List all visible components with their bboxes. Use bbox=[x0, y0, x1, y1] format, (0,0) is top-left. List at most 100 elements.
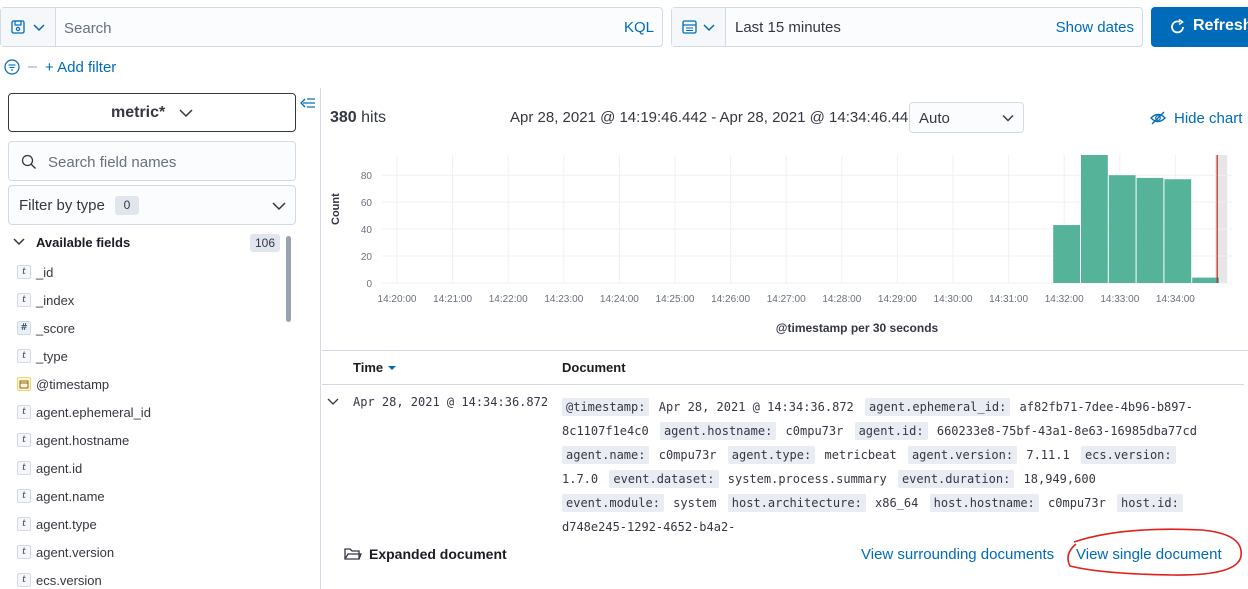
string-field-icon: t bbox=[17, 573, 31, 587]
field-list-item[interactable]: t _index bbox=[17, 290, 74, 310]
field-list-item[interactable]: t agent.id bbox=[17, 458, 82, 478]
document-field-key: agent.type: bbox=[727, 446, 816, 464]
column-header-time[interactable]: Time bbox=[353, 360, 397, 375]
string-field-icon: t bbox=[17, 489, 31, 503]
collapse-sidebar-icon[interactable] bbox=[299, 96, 317, 112]
time-range[interactable]: Last 15 minutes bbox=[735, 19, 841, 36]
folder-open-icon bbox=[344, 548, 362, 560]
document-field-value: d748e245-1292-4652-b4a2- bbox=[562, 520, 736, 534]
filter-by-type-label: Filter by type bbox=[19, 197, 105, 214]
field-name: ecs.version bbox=[36, 572, 102, 588]
chart-y-label: Count bbox=[330, 193, 342, 225]
document-field-value: 7.11.1 bbox=[1026, 448, 1070, 462]
chevron-down-icon bbox=[33, 24, 45, 32]
hits-label: hits bbox=[361, 109, 387, 126]
histogram-bar[interactable] bbox=[1108, 175, 1136, 283]
chart-y-ticks: 0 20 40 60 80 bbox=[361, 171, 373, 290]
field-name: agent.ephemeral_id bbox=[36, 404, 151, 420]
field-list-item[interactable]: @timestamp bbox=[17, 374, 109, 394]
string-field-icon: t bbox=[17, 433, 31, 447]
chart-date-range: Apr 28, 2021 @ 14:19:46.442 - Apr 28, 20… bbox=[510, 109, 917, 126]
chart-bars bbox=[1053, 155, 1219, 283]
kql-toggle[interactable]: KQL bbox=[624, 19, 654, 36]
red-annotation-circle bbox=[1067, 528, 1242, 576]
field-name: agent.version bbox=[36, 544, 115, 560]
string-field-icon: t bbox=[17, 545, 31, 559]
document-field-value: c0mpu73r bbox=[785, 424, 844, 438]
chevron-down-icon bbox=[1002, 115, 1014, 122]
document-field-value: system.process.summary bbox=[727, 472, 887, 486]
histogram-bar[interactable] bbox=[1192, 277, 1219, 283]
field-list-item[interactable]: t agent.name bbox=[17, 486, 105, 506]
field-list-item[interactable]: t agent.type bbox=[17, 514, 97, 534]
field-name: _id bbox=[36, 264, 54, 280]
document-field-key: host.architecture: bbox=[727, 494, 866, 512]
interval-select[interactable]: Auto bbox=[909, 102, 1024, 133]
field-list-item[interactable]: t _type bbox=[17, 346, 68, 366]
hits-count: 380 hits bbox=[330, 109, 386, 127]
view-surrounding-documents-link[interactable]: View surrounding documents bbox=[861, 546, 1054, 563]
add-filter-link[interactable]: + Add filter bbox=[45, 59, 116, 76]
x-tick-label: 14:33:00 bbox=[1100, 294, 1139, 305]
x-tick-label: 14:34:00 bbox=[1156, 294, 1195, 305]
field-search-placeholder: Search field names bbox=[48, 154, 177, 171]
refresh-label: Refresh bbox=[1193, 17, 1248, 34]
saved-query-button[interactable] bbox=[1, 8, 56, 46]
x-tick-label: 14:26:00 bbox=[711, 294, 750, 305]
x-tick-label: 14:22:00 bbox=[489, 294, 528, 305]
document-field-key: agent.hostname: bbox=[659, 422, 777, 440]
document-field-key: @timestamp: bbox=[562, 398, 650, 416]
quick-select-button[interactable] bbox=[672, 8, 726, 46]
refresh-icon bbox=[1171, 18, 1184, 34]
y-tick-label: 60 bbox=[361, 198, 373, 209]
filter-by-type-button[interactable]: Filter by type 0 bbox=[8, 185, 296, 225]
field-name: @timestamp bbox=[36, 376, 110, 392]
document-field-value: 660233e8-75bf-43a1-8e63-16985dba77cd bbox=[936, 424, 1197, 438]
hide-chart-button[interactable]: Hide chart bbox=[1174, 110, 1242, 127]
field-list-item[interactable]: t agent.ephemeral_id bbox=[17, 402, 151, 422]
sidebar-scrollbar[interactable] bbox=[286, 236, 291, 322]
chevron-down-icon bbox=[179, 109, 193, 118]
document-field-key: event.dataset: bbox=[609, 470, 719, 488]
document-field-value: c0mpu73r bbox=[658, 448, 717, 462]
search-input[interactable]: Search bbox=[64, 20, 112, 37]
field-list-item[interactable]: # _score bbox=[17, 318, 75, 338]
document-field-key: ecs.version: bbox=[1080, 446, 1176, 464]
table-header-divider bbox=[322, 384, 1244, 385]
index-pattern-select[interactable]: metric* bbox=[8, 93, 296, 132]
field-list-item[interactable]: t agent.version bbox=[17, 542, 114, 562]
x-tick-label: 14:23:00 bbox=[544, 294, 583, 305]
string-field-icon: t bbox=[17, 461, 31, 475]
histogram-bar[interactable] bbox=[1164, 179, 1192, 283]
y-tick-label: 40 bbox=[361, 225, 373, 236]
field-name: agent.name bbox=[36, 488, 105, 504]
histogram-bar[interactable] bbox=[1053, 225, 1080, 283]
chevron-down-icon[interactable] bbox=[13, 237, 27, 247]
document-field-value: metricbeat bbox=[824, 448, 897, 462]
string-field-icon: t bbox=[17, 293, 31, 307]
available-fields-title: Available fields bbox=[36, 235, 131, 250]
string-field-icon: t bbox=[17, 349, 31, 363]
chevron-down-icon[interactable] bbox=[327, 397, 339, 407]
string-field-icon: t bbox=[17, 517, 31, 531]
x-tick-label: 14:27:00 bbox=[767, 294, 806, 305]
refresh-button[interactable]: Refresh bbox=[1151, 7, 1248, 47]
document-field-key: agent.ephemeral_id: bbox=[865, 398, 1011, 416]
x-tick-label: 14:21:00 bbox=[433, 294, 472, 305]
x-tick-label: 14:24:00 bbox=[600, 294, 639, 305]
histogram-bar[interactable] bbox=[1081, 155, 1108, 283]
chevron-down-icon bbox=[272, 202, 286, 211]
x-tick-label: 14:25:00 bbox=[656, 294, 695, 305]
histogram-bar[interactable] bbox=[1136, 177, 1164, 283]
chart-x-ticks: 14:20:00 14:21:00 14:22:00 14:23:00 14:24:00… bbox=[378, 294, 1196, 305]
field-name: _index bbox=[36, 292, 75, 308]
document-field-key: event.module: bbox=[562, 494, 664, 512]
sort-descending-icon[interactable] bbox=[387, 364, 397, 372]
field-search-input[interactable]: Search field names bbox=[8, 141, 296, 181]
x-tick-label: 14:31:00 bbox=[989, 294, 1028, 305]
field-list-item[interactable]: t agent.hostname bbox=[17, 430, 129, 450]
field-list-item[interactable]: t ecs.version bbox=[17, 570, 102, 589]
show-dates-link[interactable]: Show dates bbox=[1056, 19, 1134, 36]
filter-menu-icon[interactable] bbox=[4, 59, 40, 75]
field-list-item[interactable]: t _id bbox=[17, 262, 53, 282]
